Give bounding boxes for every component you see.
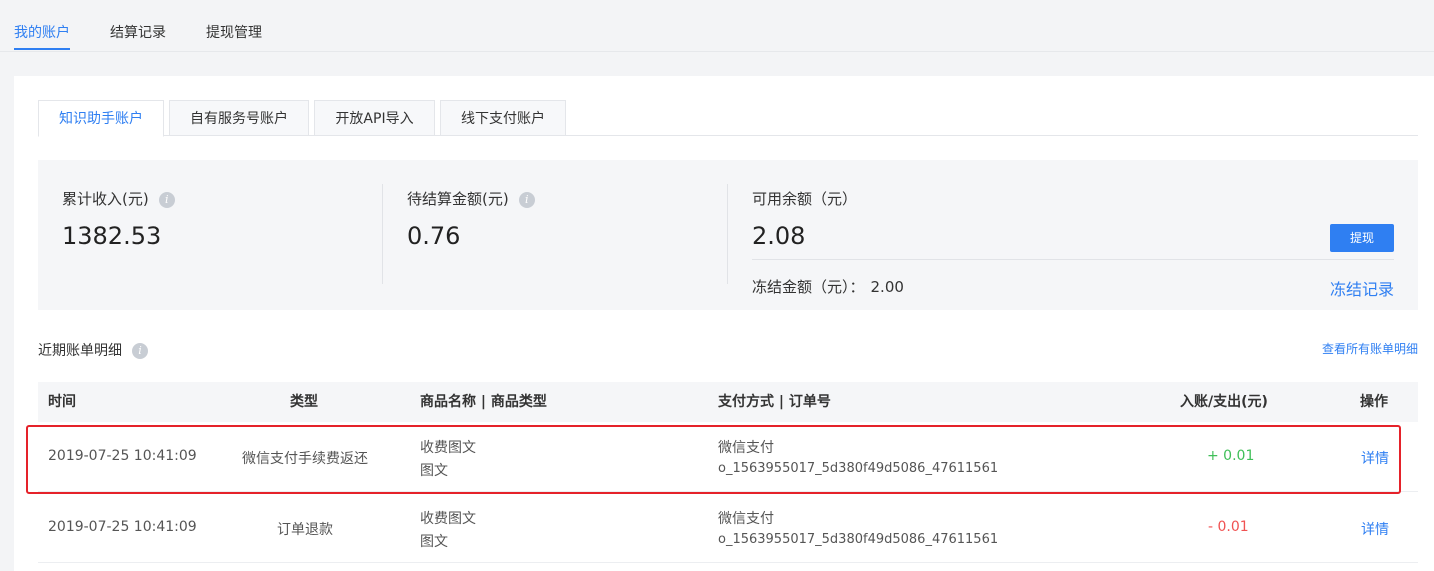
- table-row: 2019-07-25 10:41:09 微信支付手续费返还 收费图文 图文 微信…: [38, 422, 1418, 492]
- tab-knowledge-assistant-account[interactable]: 知识助手账户: [38, 100, 164, 137]
- frozen-amount: 冻结金额（元）： 2.00: [752, 276, 904, 297]
- tab-open-api-import[interactable]: 开放API导入: [314, 100, 435, 136]
- info-icon[interactable]: i: [132, 343, 148, 359]
- frozen-records-link[interactable]: 冻结记录: [1330, 276, 1394, 300]
- col-time: 时间: [48, 394, 76, 410]
- col-payment: 支付方式 | 订单号: [718, 394, 831, 410]
- tab-my-account[interactable]: 我的账户: [14, 22, 70, 42]
- available-balance-label: 可用余额（元）: [752, 190, 858, 208]
- col-amount: 入账/支出(元): [1180, 394, 1268, 410]
- tab-settlement-records[interactable]: 结算记录: [110, 22, 166, 42]
- row-time: 2019-07-25 10:41:09: [48, 448, 197, 464]
- row-order-no: o_1563955017_5d380f49d5086_47611561: [718, 461, 999, 476]
- table-row: 2019-07-25 10:41:09 订单退款 收费图文 图文 微信支付 o_…: [38, 493, 1418, 563]
- row-amount: - 0.01: [1208, 519, 1249, 535]
- tab-offline-payment-account[interactable]: 线下支付账户: [440, 100, 566, 136]
- info-icon[interactable]: i: [518, 191, 535, 208]
- account-card: 知识助手账户 自有服务号账户 开放API导入 线下支付账户 累计收入(元) i 1…: [14, 76, 1434, 571]
- row-product-type: 图文: [420, 463, 448, 479]
- tab-own-service-account[interactable]: 自有服务号账户: [169, 100, 309, 136]
- divider: [727, 184, 728, 284]
- row-pay-method: 微信支付: [718, 511, 774, 527]
- row-type: 微信支付手续费返还: [242, 451, 368, 467]
- active-tab-underline: [14, 48, 70, 50]
- col-action: 操作: [1360, 394, 1388, 410]
- row-time: 2019-07-25 10:41:09: [48, 519, 197, 535]
- col-type: 类型: [290, 394, 318, 410]
- tab-withdraw-management[interactable]: 提现管理: [206, 22, 262, 42]
- total-income-value: 1382.53: [62, 222, 162, 250]
- withdraw-button[interactable]: 提现: [1330, 224, 1394, 252]
- top-tab-bar: 我的账户 结算记录 提现管理: [0, 0, 1434, 52]
- row-type: 订单退款: [277, 522, 333, 538]
- available-balance-value: 2.08: [752, 222, 806, 250]
- divider: [382, 184, 383, 284]
- account-tab-bar: 知识助手账户 自有服务号账户 开放API导入 线下支付账户: [38, 100, 1418, 137]
- balance-summary: 累计收入(元) i 1382.53 待结算金额(元) i 0.76 可用余额（元） …: [38, 160, 1418, 310]
- col-product: 商品名称 | 商品类型: [420, 394, 547, 410]
- pending-amount-value: 0.76: [407, 222, 461, 250]
- frozen-amount-label: 冻结金额（元）：: [752, 278, 865, 296]
- row-amount: + 0.01: [1207, 448, 1255, 464]
- total-income-label: 累计收入(元) i: [62, 188, 175, 209]
- info-icon[interactable]: i: [158, 191, 175, 208]
- recent-bills-title: 近期账单明细 i: [38, 340, 148, 360]
- row-detail-link[interactable]: 详情: [1361, 448, 1389, 468]
- row-product-type: 图文: [420, 534, 448, 550]
- row-pay-method: 微信支付: [718, 440, 774, 456]
- row-product-name: 收费图文: [420, 440, 476, 456]
- frozen-amount-value: 2.00: [870, 278, 904, 296]
- row-product-name: 收费图文: [420, 511, 476, 527]
- view-all-bills-link[interactable]: 查看所有账单明细: [1322, 340, 1418, 357]
- row-detail-link[interactable]: 详情: [1361, 519, 1389, 539]
- row-order-no: o_1563955017_5d380f49d5086_47611561: [718, 532, 999, 547]
- bill-table-header: 时间 类型 商品名称 | 商品类型 支付方式 | 订单号 入账/支出(元) 操作: [38, 382, 1418, 422]
- pending-amount-label: 待结算金额(元) i: [407, 188, 535, 209]
- divider: [752, 259, 1394, 260]
